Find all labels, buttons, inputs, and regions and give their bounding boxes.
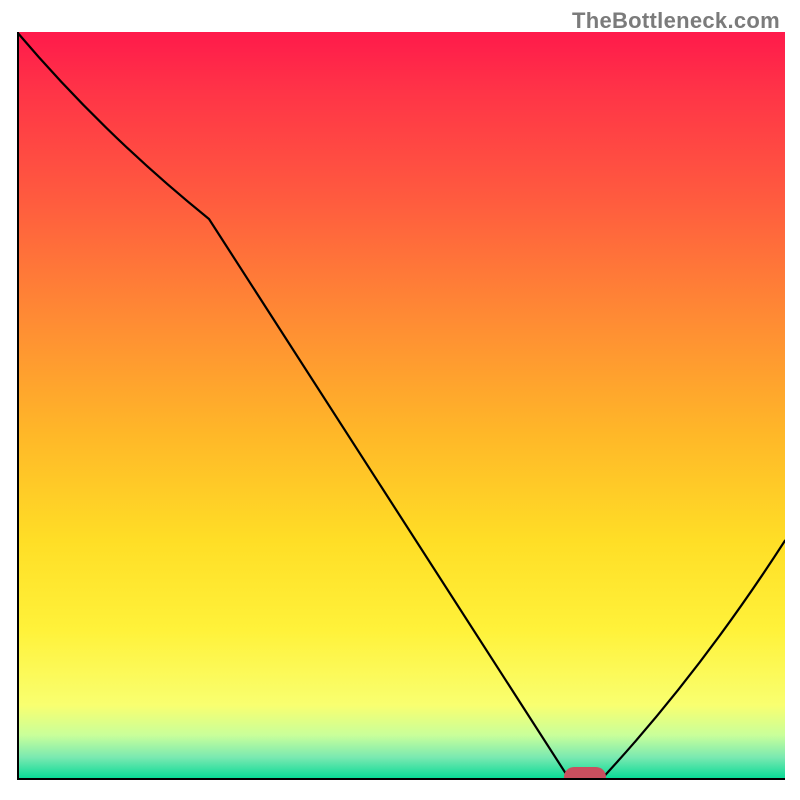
watermark-text: TheBottleneck.com: [572, 8, 780, 34]
chart-curve: [17, 32, 785, 780]
y-axis-line: [17, 32, 19, 780]
chart-plot-area: [17, 32, 785, 780]
x-axis-line: [17, 778, 785, 780]
